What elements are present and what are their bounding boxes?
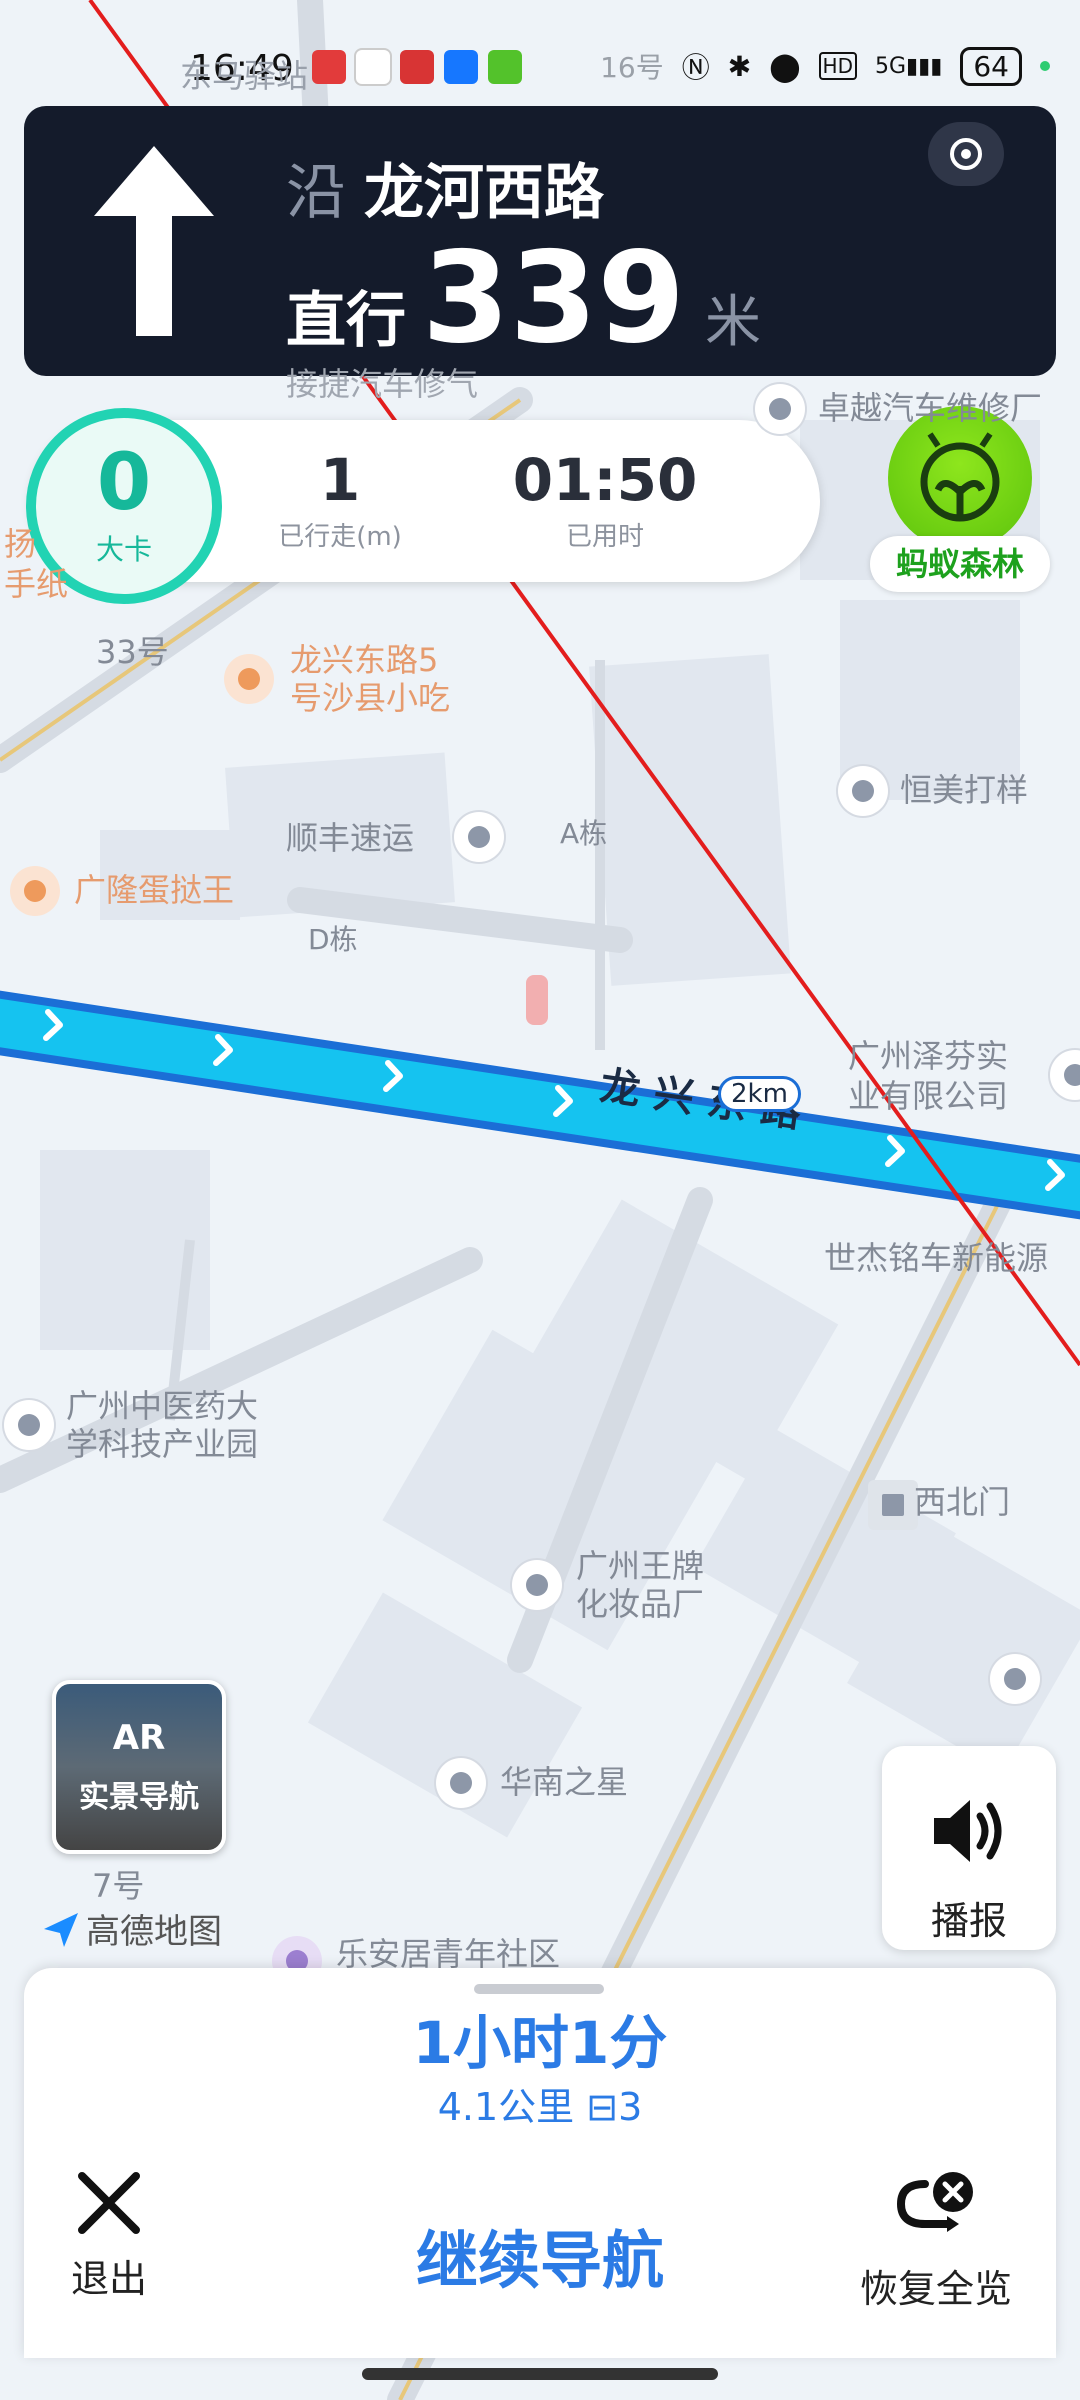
alipay-notification-icon [444, 50, 478, 84]
campus-poi-icon[interactable] [4, 1400, 54, 1450]
map-label[interactable]: 学科技产业园 [66, 1424, 258, 1464]
amap-logo-text: 高德地图 [86, 1912, 222, 1952]
overview-button[interactable]: 恢复全览 [846, 2168, 1026, 2313]
next-road-name: 龙河西路 [364, 158, 604, 228]
map-label[interactable]: 广州中医药大 [66, 1386, 258, 1426]
overview-label: 恢复全览 [859, 2267, 1012, 2311]
ar-icon: AR [112, 1718, 166, 1758]
maneuver-action: 直行 [286, 286, 406, 356]
huanan-poi-icon[interactable] [436, 1758, 486, 1808]
ar-navigation-button[interactable]: AR 实景导航 [52, 1680, 226, 1854]
privacy-indicator-dot [1040, 61, 1050, 71]
amap-logo: 高德地图 [40, 1904, 222, 1953]
maneuver-distance: 直行 339 米 [286, 224, 761, 371]
bakery-poi-icon[interactable] [10, 866, 60, 916]
walked-value: 1 [319, 446, 361, 514]
map-label: D栋 [308, 923, 358, 956]
map-label[interactable]: 龙兴东路5 [290, 640, 438, 680]
toutiao-notification-icon [400, 50, 434, 84]
location-icon: ⬤ [769, 49, 801, 83]
hengmei-poi-icon[interactable] [838, 766, 888, 816]
map-label[interactable]: 业有限公司 [848, 1076, 1008, 1116]
distance-badge: 2km [718, 1076, 801, 1112]
route-overview-icon [896, 2172, 973, 2232]
elapsed-label: 已用时 [565, 522, 644, 552]
map-label[interactable]: 化妆品厂 [576, 1584, 704, 1624]
signal-5g-icon: 5G▮▮▮ [874, 53, 943, 79]
map-label[interactable]: 恒美打样 [900, 770, 1028, 810]
elapsed-stat: 01:50 已用时 [510, 446, 700, 553]
speaker-icon [934, 1800, 1002, 1862]
satellite-icon [950, 138, 982, 170]
map-label: 33号 [96, 633, 169, 671]
elapsed-value: 01:50 [512, 446, 698, 514]
app-notification-icon [488, 50, 522, 84]
ant-forest-label: 蚂蚁森林 [870, 536, 1050, 592]
bottom-panel: 1小时1分 4.1公里 ⊟3 退出 继续导航 恢复全览 [24, 1968, 1056, 2358]
map-label[interactable]: 广隆蛋挞王 [74, 870, 234, 910]
along-prefix: 沿 [286, 158, 346, 228]
map-label[interactable]: 卓越汽车维修厂 [818, 388, 1042, 428]
walked-stat: 1 已行走(m) [270, 446, 410, 553]
straight-arrow-icon [94, 146, 214, 336]
map-label[interactable]: 顺丰速运 [286, 818, 414, 858]
factory-poi-icon[interactable] [512, 1560, 562, 1610]
map-label: 手纸 [4, 565, 69, 603]
turn-guidance-card[interactable]: 沿 龙河西路 直行 339 米 [24, 106, 1056, 376]
gate-icon[interactable] [868, 1480, 918, 1530]
map-label[interactable]: 世杰铭车新能源 [824, 1238, 1048, 1278]
ar-navigation-label: 实景导航 [79, 1780, 199, 1815]
map-label[interactable]: 广州泽芬实 [848, 1036, 1008, 1076]
sf-express-poi-icon[interactable] [454, 812, 504, 862]
map-label: 东马驿站 [180, 57, 309, 95]
nfc-icon: Ⓝ [681, 51, 710, 84]
distance-value: 339 [422, 224, 686, 371]
status-right: 16号 Ⓝ ✱ ⬤ HD 5G▮▮▮ 64 [600, 46, 1050, 86]
drag-handle[interactable] [474, 1984, 604, 1994]
next-road: 沿 龙河西路 [286, 144, 604, 231]
calorie-label: 大卡 [95, 533, 152, 566]
walked-label: 已行走(m) [278, 522, 402, 552]
route-summary: 4.1公里 ⊟3 [437, 2085, 643, 2129]
voice-broadcast-button[interactable]: 播报 [882, 1746, 1056, 1950]
poi-icon[interactable] [990, 1654, 1040, 1704]
car-repair-poi-icon[interactable] [755, 384, 805, 434]
app-notification-icon [312, 50, 346, 84]
map-label: 7号 [92, 1867, 145, 1905]
voice-broadcast-label: 播报 [930, 1899, 1007, 1943]
status-app-icons [312, 50, 522, 84]
status-bar: 16:49 16号 Ⓝ ✱ ⬤ HD 5G▮▮▮ 64 [0, 40, 1080, 100]
home-indicator[interactable] [362, 2368, 718, 2380]
battery-indicator: 64 [960, 46, 1022, 86]
bluetooth-icon: ✱ [727, 49, 752, 83]
map-label[interactable]: 华南之星 [500, 1762, 628, 1802]
map-label: A栋 [560, 817, 608, 850]
map-label: 扬 [4, 525, 37, 563]
distance-unit: 米 [705, 290, 762, 355]
restaurant-poi-icon[interactable] [224, 654, 274, 704]
app-notification-icon [356, 50, 390, 84]
eta-duration: 1小时1分 [412, 2009, 668, 2077]
amap-logo-icon [44, 1912, 78, 1947]
hd-icon: HD [818, 52, 857, 80]
carrier-label: 16号 [600, 51, 664, 84]
map-label[interactable]: 号沙县小吃 [290, 678, 450, 718]
ant-forest-button[interactable]: 蚂蚁森林 [870, 406, 1050, 602]
gps-signal-button[interactable] [928, 122, 1004, 186]
map-label[interactable]: 西北门 [914, 1482, 1010, 1522]
map-label[interactable]: 广州王牌 [576, 1546, 704, 1586]
map-label: 接捷汽车修气 [286, 365, 479, 403]
calorie-count: 0 [96, 438, 152, 528]
